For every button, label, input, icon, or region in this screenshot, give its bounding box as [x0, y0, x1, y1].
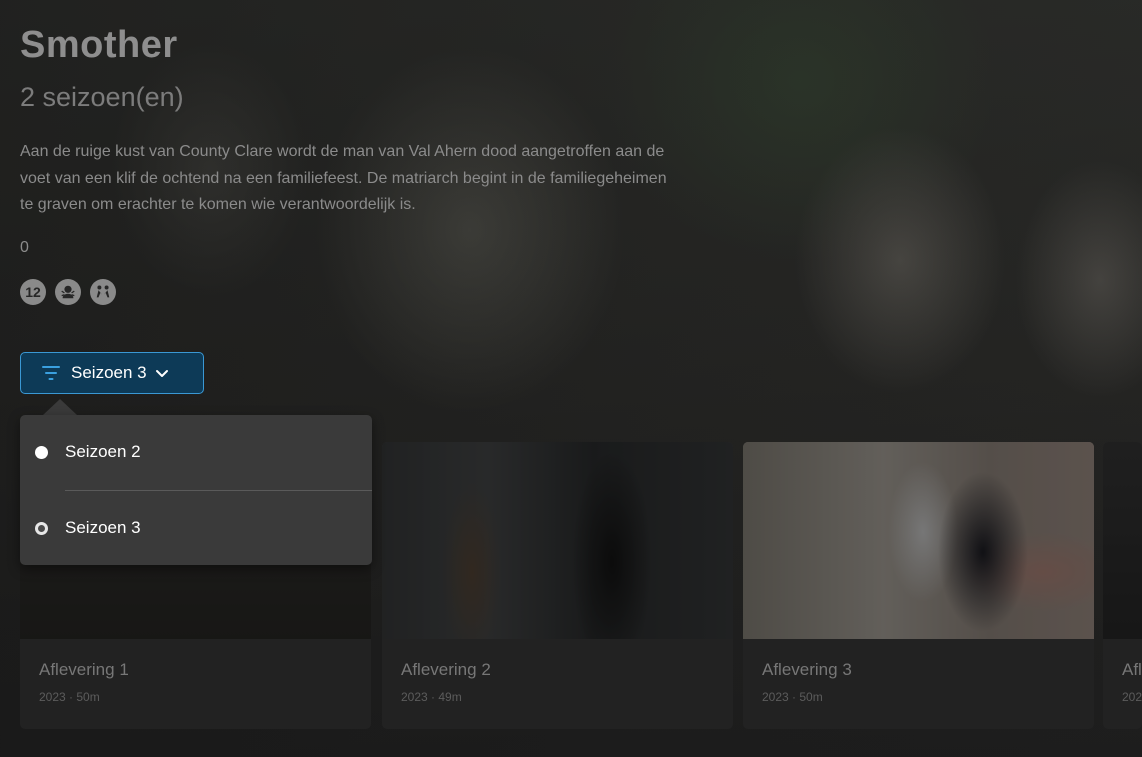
episode-thumbnail: [743, 442, 1094, 639]
chevron-down-icon: [155, 370, 168, 377]
episode-title: Afl: [1122, 660, 1142, 679]
episode-meta: 202: [1122, 690, 1142, 704]
episode-card[interactable]: Aflevering 2 2023 · 49m: [382, 442, 733, 729]
episode-meta: 2023 · 50m: [39, 690, 100, 704]
episode-thumbnail: [382, 442, 733, 639]
content-rating-badges: 12: [20, 279, 116, 305]
radio-unselected-icon: [35, 445, 48, 459]
seasons-count: 2 seizoen(en): [20, 82, 184, 112]
radio-selected-icon: [35, 521, 48, 535]
season-option-label: Seizoen 2: [65, 442, 141, 461]
fear-icon: [55, 279, 81, 305]
episode-title: Aflevering 2: [401, 660, 491, 679]
episode-title: Aflevering 1: [39, 660, 129, 679]
rating-value: 0: [20, 239, 29, 256]
episode-title: Aflevering 3: [762, 660, 852, 679]
age-12-icon: 12: [20, 279, 46, 305]
season-option-3[interactable]: Seizoen 3: [20, 491, 372, 565]
show-synopsis: Aan de ruige kust van County Clare wordt…: [20, 143, 667, 213]
season-option-label: Seizoen 3: [65, 518, 141, 537]
season-select-label: Seizoen 3: [71, 363, 147, 382]
show-title: Smother: [20, 24, 178, 66]
episode-meta: 2023 · 49m: [401, 690, 462, 704]
season-dropdown-menu: Seizoen 2 Seizoen 3: [20, 415, 372, 565]
episode-thumbnail: [1103, 442, 1142, 639]
episode-card[interactable]: Aflevering 3 2023 · 50m: [743, 442, 1094, 729]
dropdown-caret: [43, 399, 77, 415]
episode-card[interactable]: Afl 202: [1103, 442, 1142, 729]
violence-icon: [90, 279, 116, 305]
season-option-2[interactable]: Seizoen 2: [20, 415, 372, 489]
episode-meta: 2023 · 50m: [762, 690, 823, 704]
filter-icon: [42, 366, 60, 380]
season-select-button[interactable]: Seizoen 3: [20, 352, 204, 394]
